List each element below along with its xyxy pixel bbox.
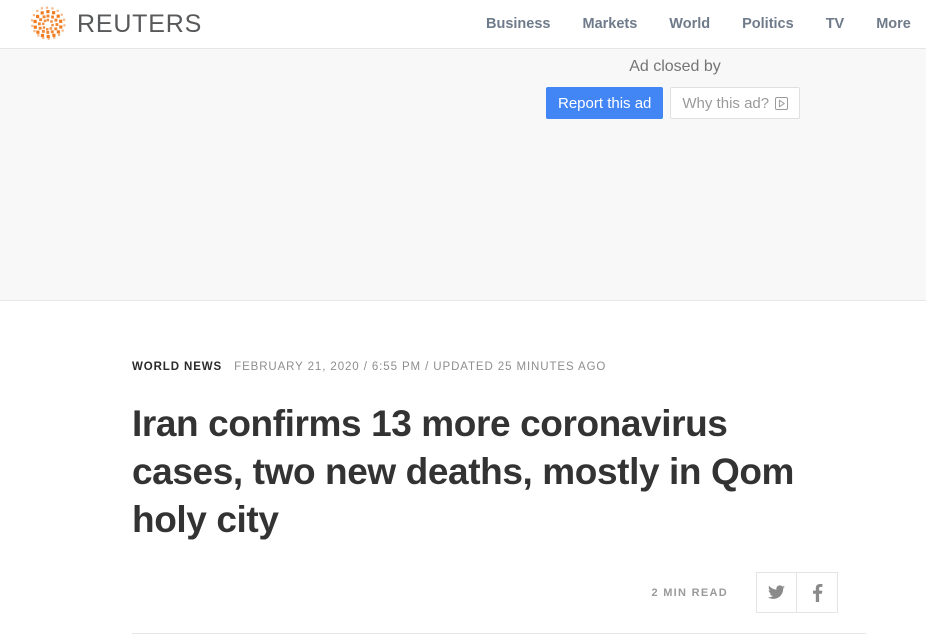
article-container: WORLD NEWS FEBRUARY 21, 2020 / 6:55 PM /… <box>0 301 926 613</box>
facebook-f-icon <box>812 583 823 602</box>
reuters-dot-circle-logo-icon <box>28 4 68 44</box>
reuters-logo-link[interactable]: REUTERS <box>28 4 202 44</box>
why-this-ad-button[interactable]: Why this ad? <box>670 87 801 119</box>
nav-item-more[interactable]: More <box>860 0 926 49</box>
nav-item-business[interactable]: Business <box>470 0 566 49</box>
advertisement-slot: Ad closed by Report this ad Why this ad? <box>0 49 926 301</box>
share-twitter-button[interactable] <box>756 572 797 613</box>
article-timestamp: FEBRUARY 21, 2020 / 6:55 PM / UPDATED 25… <box>234 361 607 373</box>
nav-item-markets[interactable]: Markets <box>566 0 653 49</box>
article-footer-row: 2 MIN READ <box>132 572 866 613</box>
reuters-wordmark: REUTERS <box>77 9 203 38</box>
article-meta-row: WORLD NEWS FEBRUARY 21, 2020 / 6:55 PM /… <box>132 301 866 373</box>
article-section-kicker[interactable]: WORLD NEWS <box>132 361 222 373</box>
nav-item-tv[interactable]: TV <box>810 0 861 49</box>
adchoices-triangle-icon <box>775 96 789 110</box>
main-navigation: Business Markets World Politics TV More <box>470 0 926 49</box>
share-button-group <box>756 572 838 613</box>
ad-closed-panel: Ad closed by Report this ad Why this ad? <box>546 56 804 119</box>
read-time-label: 2 MIN READ <box>651 586 728 599</box>
share-facebook-button[interactable] <box>797 572 838 613</box>
report-this-ad-button[interactable]: Report this ad <box>546 87 664 119</box>
article-headline: Iran confirms 13 more coronavirus cases,… <box>132 403 795 540</box>
nav-item-politics[interactable]: Politics <box>726 0 810 49</box>
twitter-bird-icon <box>768 585 785 600</box>
why-this-ad-label: Why this ad? <box>682 94 770 112</box>
ad-closed-label: Ad closed by <box>629 58 721 75</box>
nav-item-world[interactable]: World <box>653 0 726 49</box>
ad-action-buttons: Report this ad Why this ad? <box>546 87 804 119</box>
site-header: REUTERS Business Markets World Politics … <box>0 0 926 49</box>
